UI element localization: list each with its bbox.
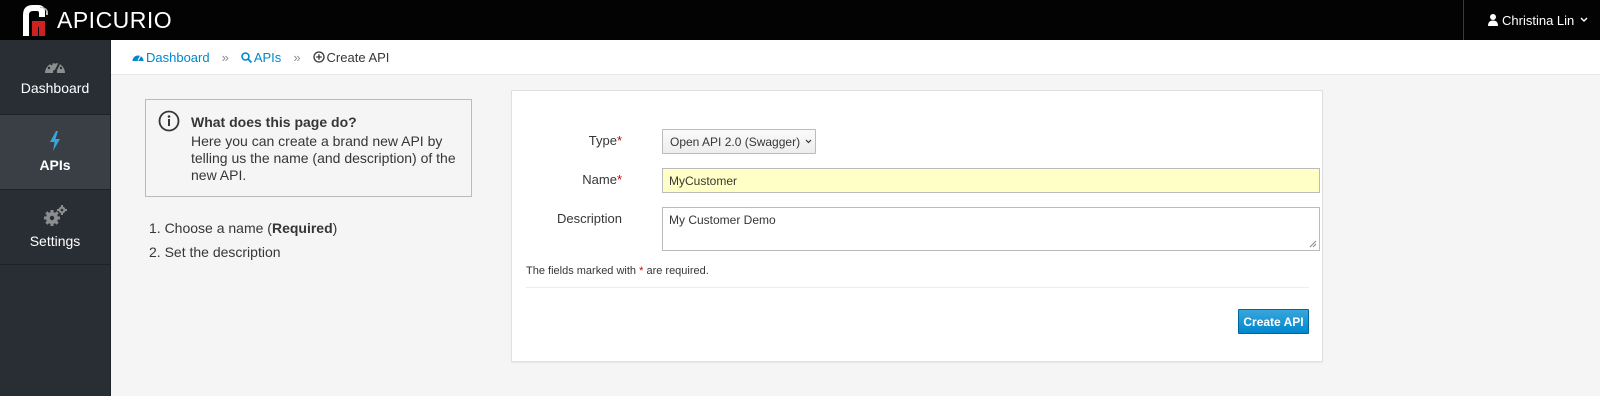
note-text: are required. (643, 265, 709, 277)
steps-list: 1. Choose a name (Required) 2. Set the d… (149, 218, 337, 266)
breadcrumb: Dashboard » APIs » Create API (111, 40, 1600, 75)
breadcrumb-link[interactable]: APIs (254, 50, 281, 65)
chevron-down-icon (805, 139, 812, 144)
note-text: The fields marked with (526, 265, 640, 277)
resize-grip-icon[interactable] (1309, 240, 1317, 248)
sidebar-item-settings[interactable]: Settings (0, 190, 110, 265)
breadcrumb-link[interactable]: Dashboard (146, 50, 210, 65)
step-text: 1. Choose a name ( (149, 220, 272, 236)
required-marker: * (616, 133, 622, 148)
name-label-text: Name (582, 172, 617, 187)
sidebar-item-label: Dashboard (20, 80, 90, 96)
type-label: Type* (512, 133, 622, 148)
breadcrumb-current: Create API (326, 49, 390, 65)
type-select[interactable]: Open API 2.0 (Swagger) (662, 129, 816, 154)
name-label: Name* (512, 172, 622, 187)
info-title: What does this page do? (191, 114, 357, 130)
info-body: Here you can create a brand new API by t… (191, 133, 456, 183)
step-required: Required (271, 220, 333, 236)
page-info-panel: What does this page do? Here you can cre… (145, 99, 472, 197)
create-api-button[interactable]: Create API (1238, 309, 1309, 334)
sidebar: Dashboard APIs Settings (0, 40, 111, 396)
type-label-text: Type (588, 133, 617, 148)
user-menu[interactable]: Christina Lin (1463, 0, 1600, 40)
description-label: Description (556, 211, 622, 226)
top-navbar: APICURIO Christina Lin (0, 0, 1600, 40)
info-circle-icon (158, 110, 180, 132)
step-text: ) (332, 220, 338, 236)
brand-name: APICURIO (57, 6, 173, 33)
step-item: 2. Set the description (149, 244, 281, 260)
search-icon (241, 51, 252, 63)
sidebar-item-dashboard[interactable]: Dashboard (0, 40, 110, 115)
sidebar-item-apis[interactable]: APIs (0, 115, 110, 190)
user-name: Christina Lin (1502, 12, 1575, 28)
breadcrumb-item-create-api: Create API (312, 49, 390, 65)
apicurio-logo-icon (23, 5, 48, 36)
description-textarea[interactable]: My Customer Demo (662, 207, 1320, 251)
form-divider (526, 287, 1309, 288)
dashboard-icon (45, 61, 65, 74)
sidebar-item-label: APIs (39, 157, 71, 173)
plus-circle-icon (312, 51, 325, 63)
step-item: 1. Choose a name (Required) (149, 218, 337, 242)
chevron-down-icon (1580, 17, 1588, 22)
breadcrumb-item-apis[interactable]: APIs (241, 50, 281, 65)
required-marker: * (616, 172, 622, 187)
type-select-value: Open API 2.0 (Swagger) (670, 134, 801, 149)
required-fields-note: The fields marked with * are required. (526, 265, 709, 277)
gears-icon (44, 205, 67, 226)
bolt-icon (50, 131, 60, 151)
brand[interactable]: APICURIO (18, 2, 172, 38)
name-input[interactable] (662, 168, 1320, 193)
sidebar-item-label: Settings (29, 233, 81, 249)
breadcrumb-item-dashboard[interactable]: Dashboard (132, 50, 210, 65)
user-icon (1488, 14, 1498, 26)
breadcrumb-separator: » (293, 49, 301, 65)
create-api-form: Type* Open API 2.0 (Swagger) Name* Descr… (511, 90, 1323, 362)
breadcrumb-separator: » (221, 49, 229, 65)
dashboard-icon (132, 55, 144, 61)
